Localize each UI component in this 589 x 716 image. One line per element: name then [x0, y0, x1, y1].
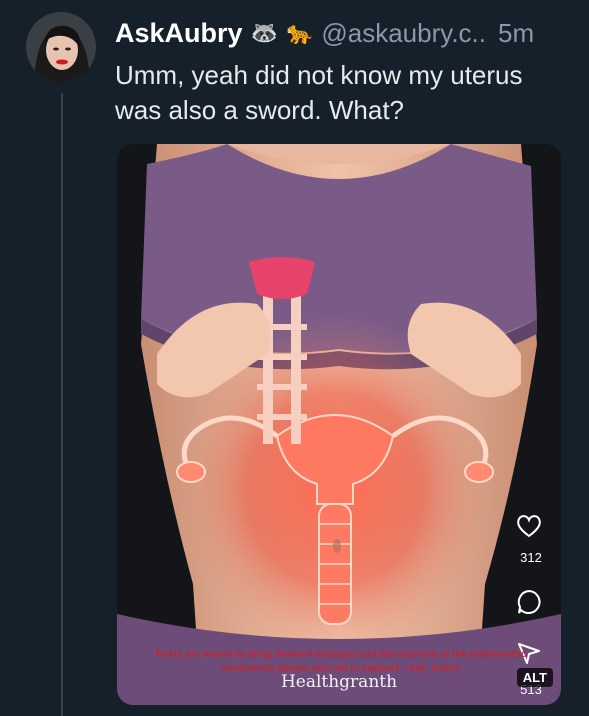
display-name[interactable]: AskAubry	[115, 18, 243, 49]
tweet-media[interactable]: 312 513 Posts are meant to bring forward…	[117, 144, 561, 705]
avatar[interactable]	[26, 12, 96, 82]
brand-label: Healthgranth	[280, 672, 398, 692]
raccoon-emoji-icon: 🦝	[250, 20, 278, 45]
alt-button[interactable]: ALT	[516, 668, 553, 687]
timestamp[interactable]: 5m	[498, 18, 534, 49]
handle[interactable]: @askaubry.c..	[321, 18, 486, 49]
heart-icon	[517, 515, 541, 538]
media-image	[117, 144, 561, 705]
comment-button[interactable]	[514, 587, 544, 617]
comment-icon	[517, 589, 541, 614]
tweet-text: Umm, yeah did not know my uterus was als…	[115, 60, 523, 125]
like-button[interactable]	[514, 511, 544, 541]
avatar-image	[26, 12, 96, 82]
leopard-emoji-icon: 🐆	[285, 20, 314, 45]
like-count: 312	[520, 550, 542, 565]
tweet-header: AskAubry 🦝 🐆 @askaubry.c.. 5m	[115, 14, 579, 52]
thread-line	[61, 93, 63, 716]
